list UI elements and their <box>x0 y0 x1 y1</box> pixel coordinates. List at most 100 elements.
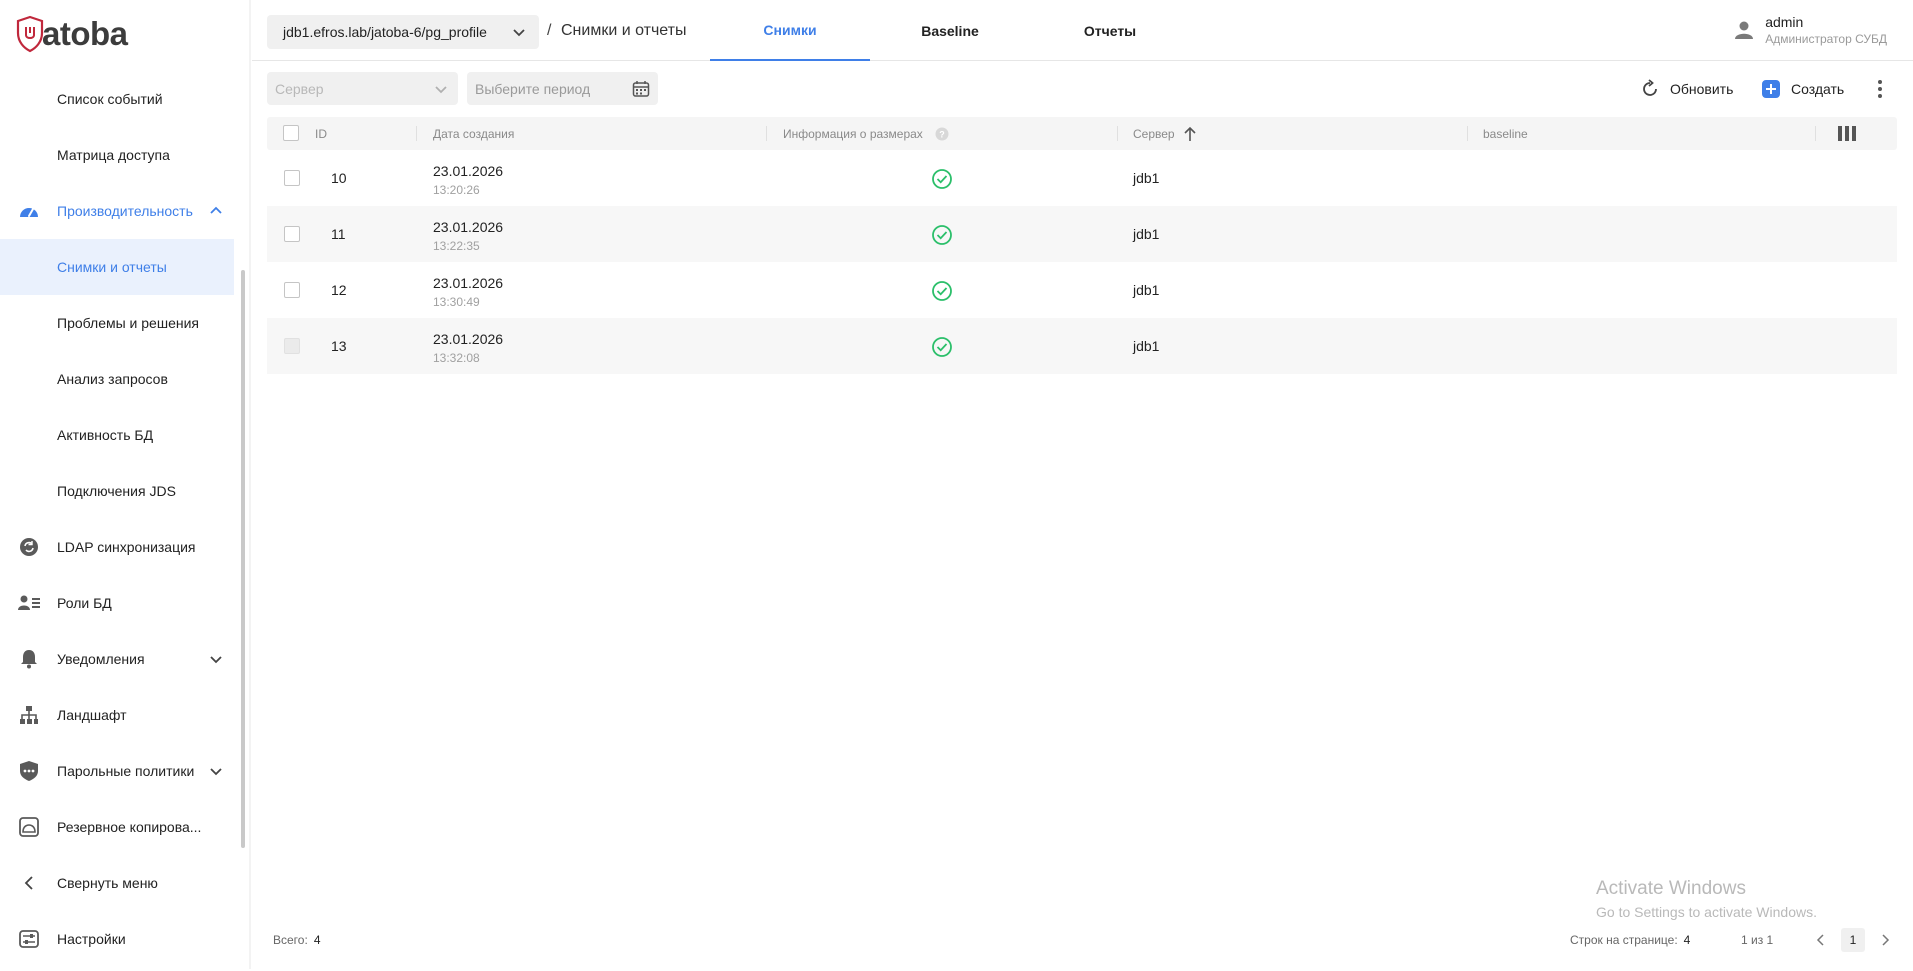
sidebar-item-event-list[interactable]: Список событий <box>0 71 234 127</box>
column-id[interactable]: ID <box>315 127 327 141</box>
chevron-down-icon <box>513 29 525 37</box>
column-divider[interactable] <box>416 126 417 141</box>
check-circle-icon <box>932 225 952 245</box>
row-date: 23.01.2026 <box>433 219 504 235</box>
backup-icon <box>18 817 40 837</box>
table-row[interactable]: 10 23.01.2026 13:20:26 jdb1 <box>267 150 1897 206</box>
tab-reports[interactable]: Отчеты <box>1030 0 1190 61</box>
row-server: jdb1 <box>1133 170 1160 186</box>
column-divider[interactable] <box>1117 126 1118 141</box>
chevron-down-icon <box>210 656 222 664</box>
chevron-down-icon <box>435 86 447 94</box>
columns-settings-icon[interactable] <box>1837 125 1857 142</box>
sidebar-item-db-roles[interactable]: Роли БД <box>0 575 234 631</box>
user-name: admin <box>1765 14 1804 30</box>
row-date: 23.01.2026 <box>433 331 504 347</box>
row-server: jdb1 <box>1133 226 1160 242</box>
column-server[interactable]: Сервер <box>1133 127 1175 141</box>
table-row[interactable]: 12 23.01.2026 13:30:49 jdb1 <box>267 262 1897 318</box>
rows-per-page-value[interactable]: 4 <box>1684 933 1691 947</box>
watermark-subtitle: Go to Settings to activate Windows. <box>1596 904 1817 920</box>
sidebar-item-label: Резервное копирова... <box>57 819 202 835</box>
app-logo[interactable]: atoba <box>16 12 128 56</box>
row-date: 23.01.2026 <box>433 163 504 179</box>
column-created-date[interactable]: Дата создания <box>433 127 514 141</box>
sidebar-item-backup[interactable]: Резервное копирова... <box>0 799 234 855</box>
help-icon[interactable]: ? <box>935 127 949 141</box>
sort-ascending-icon[interactable] <box>1183 126 1197 142</box>
period-filter[interactable]: Выберите период <box>467 72 658 105</box>
sidebar-item-label: Уведомления <box>57 651 145 667</box>
plus-box-icon <box>1762 80 1780 98</box>
column-size-info[interactable]: Информация о размерах <box>783 127 923 141</box>
row-id: 11 <box>331 226 346 242</box>
db-path-select[interactable]: jdb1.efros.lab/jatoba-6/pg_profile <box>267 15 539 49</box>
table-row[interactable]: 13 23.01.2026 13:32:08 jdb1 <box>267 318 1897 374</box>
user-icon <box>1735 21 1754 39</box>
sidebar-item-problems-solutions[interactable]: Проблемы и решения <box>0 295 234 351</box>
hierarchy-icon <box>18 705 40 725</box>
row-checkbox[interactable] <box>284 170 300 186</box>
jatoba-shield-icon <box>16 15 44 53</box>
page-number-button[interactable]: 1 <box>1841 928 1865 952</box>
bell-icon <box>18 649 40 669</box>
sidebar-item-label: Ландшафт <box>57 707 127 723</box>
tab-snapshots[interactable]: Снимки <box>710 0 870 61</box>
sidebar-item-query-analysis[interactable]: Анализ запросов <box>0 351 234 407</box>
sidebar-item-jds-connections[interactable]: Подключения JDS <box>0 463 234 519</box>
user-role: Администратор СУБД <box>1765 32 1887 46</box>
row-date: 23.01.2026 <box>433 275 504 291</box>
next-page-button[interactable] <box>1873 928 1897 952</box>
server-filter[interactable]: Сервер <box>267 72 458 105</box>
user-menu[interactable]: admin Администратор СУБД <box>1733 14 1887 46</box>
sidebar-item-snapshots-reports[interactable]: Снимки и отчеты <box>0 239 234 295</box>
sidebar-item-ldap-sync[interactable]: LDAP синхронизация <box>0 519 234 575</box>
column-divider[interactable] <box>766 126 767 141</box>
column-divider[interactable] <box>1467 126 1468 141</box>
row-checkbox <box>284 338 300 354</box>
column-baseline[interactable]: baseline <box>1483 127 1528 141</box>
refresh-button[interactable]: Обновить <box>1640 77 1733 101</box>
sidebar-item-access-matrix[interactable]: Матрица доступа <box>0 127 234 183</box>
breadcrumb-separator: / <box>547 22 552 39</box>
row-time: 13:32:08 <box>433 351 480 365</box>
user-list-icon <box>18 593 40 613</box>
speedometer-icon <box>18 201 40 221</box>
sidebar-item-collapse-menu[interactable]: Свернуть меню <box>0 855 234 911</box>
sidebar-item-landscape[interactable]: Ландшафт <box>0 687 234 743</box>
sidebar-item-label: LDAP синхронизация <box>57 539 196 555</box>
sidebar-item-label: Снимки и отчеты <box>57 259 167 275</box>
sidebar-divider <box>249 0 251 969</box>
row-checkbox[interactable] <box>284 226 300 242</box>
sidebar-item-notifications[interactable]: Уведомления <box>0 631 234 687</box>
more-vertical-icon <box>1878 80 1882 98</box>
total-value: 4 <box>313 933 321 947</box>
sidebar-item-settings[interactable]: Настройки <box>0 911 234 967</box>
rows-per-page[interactable]: Строк на странице: 4 <box>1570 933 1690 947</box>
prev-page-button[interactable] <box>1809 928 1833 952</box>
row-server: jdb1 <box>1133 338 1160 354</box>
sidebar-item-password-policies[interactable]: Парольные политики <box>0 743 234 799</box>
table-row[interactable]: 11 23.01.2026 13:22:35 jdb1 <box>267 206 1897 262</box>
sidebar-item-label: Проблемы и решения <box>57 315 199 331</box>
create-button[interactable]: Создать <box>1761 77 1844 101</box>
sidebar-item-label: Список событий <box>57 91 163 107</box>
sidebar-item-db-activity[interactable]: Активность БД <box>0 407 234 463</box>
more-options-button[interactable] <box>1874 77 1896 101</box>
sidebar-scrollbar[interactable] <box>241 270 245 848</box>
chevron-left-icon <box>18 873 40 893</box>
column-divider[interactable] <box>1815 126 1816 141</box>
svg-text:?: ? <box>939 130 945 140</box>
total-count: Всего: 4 <box>273 933 321 947</box>
page-info: 1 из 1 <box>1741 933 1774 947</box>
tab-baseline[interactable]: Baseline <box>870 0 1030 61</box>
sidebar-item-label: Настройки <box>57 931 126 947</box>
sidebar-item-label: Активность БД <box>57 427 154 443</box>
sidebar-item-performance[interactable]: Производительность <box>0 183 234 239</box>
logo-text: atoba <box>42 15 128 52</box>
row-time: 13:30:49 <box>433 295 480 309</box>
settings-sliders-icon <box>18 929 40 949</box>
select-all-checkbox[interactable] <box>283 125 299 141</box>
check-circle-icon <box>932 169 952 189</box>
row-checkbox[interactable] <box>284 282 300 298</box>
